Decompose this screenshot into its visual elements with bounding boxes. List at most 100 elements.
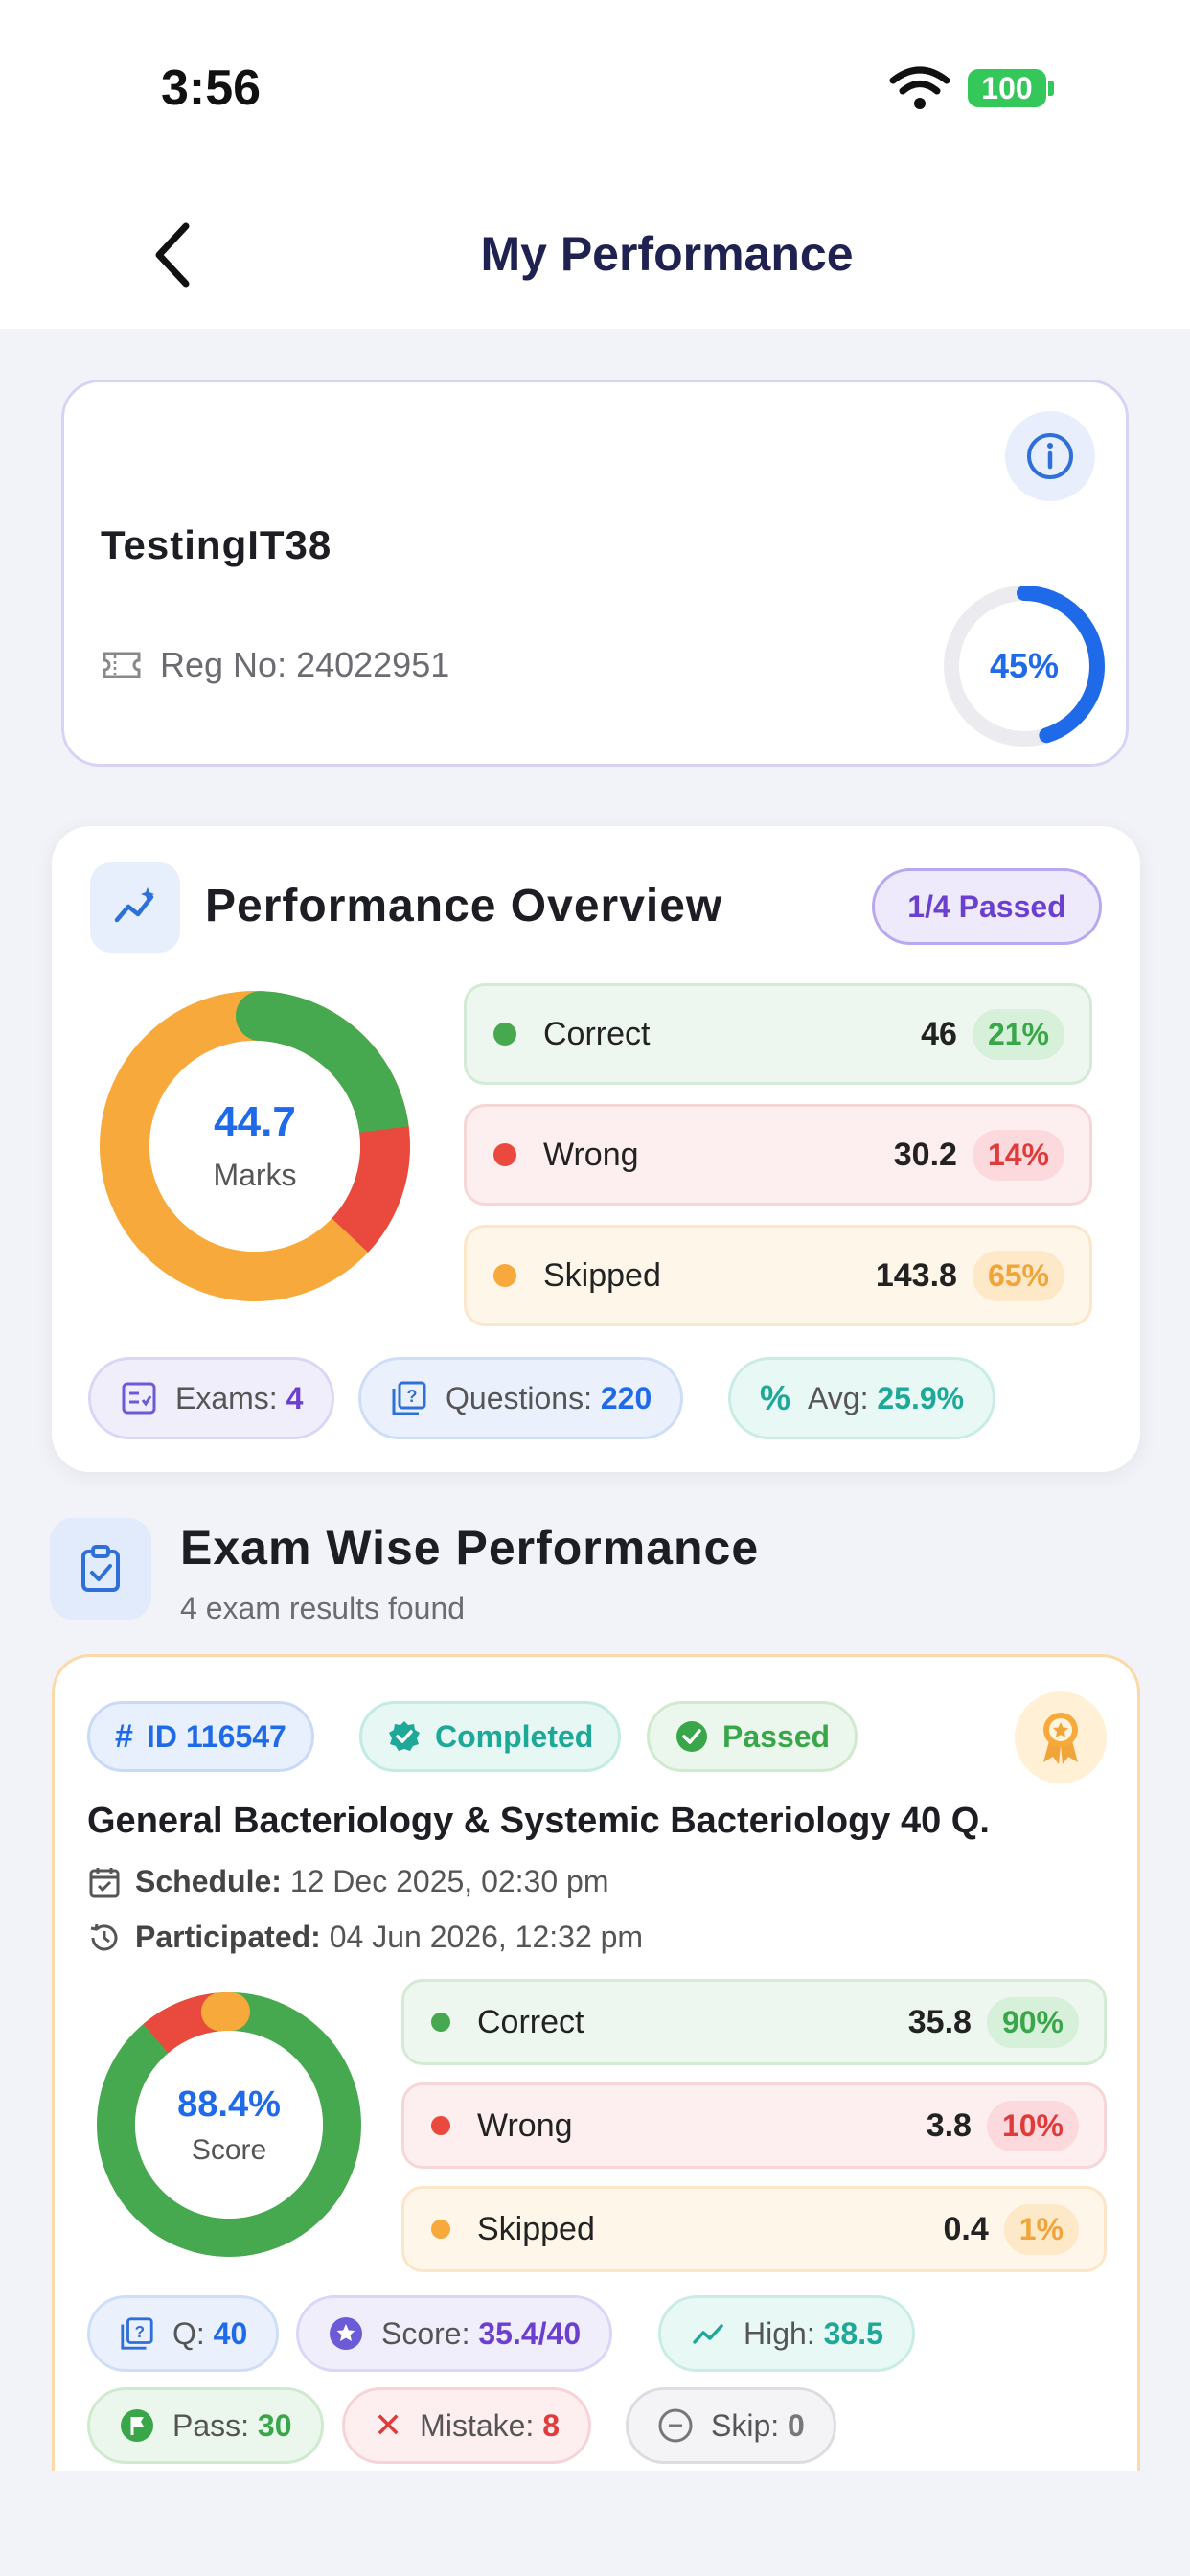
exam-wrong-pct: 10% [986, 2100, 1079, 2151]
wifi-icon [889, 66, 950, 109]
exam-correct-row: Correct 35.8 90% [401, 1979, 1107, 2065]
svg-text:?: ? [135, 2323, 145, 2341]
battery-indicator: 100 [968, 69, 1046, 107]
score-chip: Score: 35.4/40 [296, 2295, 613, 2372]
top-bar: 3:56 100 My Performance [0, 0, 1190, 329]
overview-title: Performance Overview [205, 881, 723, 932]
skip-chip-value: 0 [788, 2407, 805, 2443]
mistake-chip-label: Mistake: [420, 2407, 535, 2443]
username: TestingIT38 [101, 522, 332, 567]
wrong-dot [493, 1143, 516, 1166]
exam-wrong-dot [431, 2116, 450, 2135]
verified-check-icon [389, 1721, 420, 1751]
award-icon [1015, 1691, 1107, 1783]
exam-skipped-row: Skipped 0.4 1% [401, 2186, 1107, 2272]
mistake-chip: ✕ Mistake: 8 [342, 2387, 591, 2464]
score-label: Score [191, 2134, 267, 2166]
question-book-icon: ? [121, 2317, 153, 2350]
high-chip: High: 38.5 [658, 2295, 915, 2372]
exam-correct-value: 35.8 [907, 2003, 972, 2040]
exam-skipped-label: Skipped [477, 2210, 595, 2247]
correct-dot [493, 1023, 516, 1046]
marks-value: 44.7 [214, 1098, 296, 1145]
trend-chart-icon [90, 862, 180, 953]
progress-ring-label: 45% [990, 646, 1059, 685]
correct-pct: 21% [972, 1008, 1064, 1060]
page-title: My Performance [480, 227, 854, 281]
reg-number-text: Reg No: 24022951 [160, 645, 450, 684]
mistake-chip-value: 8 [542, 2407, 560, 2443]
high-chip-value: 38.5 [823, 2315, 883, 2351]
progress-ring: 45% [944, 586, 1105, 747]
schedule-label: Schedule: [135, 1864, 282, 1898]
passed-count-badge: 1/4 Passed [872, 868, 1102, 945]
score-donut-chart: 88.4% Score [95, 1990, 363, 2259]
skipped-value: 143.8 [875, 1256, 957, 1294]
correct-label: Correct [543, 1015, 651, 1052]
info-icon [1027, 433, 1073, 479]
exams-chip: Exams: 4 [88, 1357, 335, 1439]
overview-correct-row: Correct 46 21% [464, 983, 1092, 1085]
svg-text:?: ? [407, 1387, 418, 1406]
schedule-row: Schedule: 12 Dec 2025, 02:30 pm [87, 1864, 608, 1899]
skip-chip-label: Skip: [711, 2407, 780, 2443]
battery-cap [1048, 80, 1054, 96]
question-book-icon: ? [392, 1381, 426, 1415]
hash-icon: # [115, 1717, 133, 1755]
skipped-dot [493, 1264, 516, 1287]
overview-wrong-row: Wrong 30.2 14% [464, 1104, 1092, 1206]
avg-chip-label: Avg: [808, 1380, 869, 1415]
wrong-label: Wrong [543, 1136, 639, 1173]
avg-chip-value: 25.9% [877, 1380, 965, 1415]
check-circle-icon [676, 1721, 707, 1752]
q-chip-value: 40 [213, 2315, 248, 2351]
pass-chip-value: 30 [257, 2407, 292, 2443]
profile-card: TestingIT38 Reg No: 24022951 45% [61, 380, 1129, 767]
exams-chip-label: Exams: [175, 1380, 278, 1415]
exam-correct-pct: 90% [986, 1996, 1079, 2048]
skipped-pct: 65% [972, 1250, 1064, 1301]
skip-chip: Skip: 0 [626, 2387, 836, 2464]
exam-skipped-pct: 1% [1003, 2203, 1079, 2255]
passed-badge: Passed [647, 1701, 858, 1772]
exam-wrong-row: Wrong 3.8 10% [401, 2082, 1107, 2169]
avg-chip: % Avg: 25.9% [728, 1357, 996, 1439]
score-chip-label: Score: [381, 2315, 470, 2351]
info-button[interactable] [1005, 411, 1095, 501]
exam-id-badge: # ID 116547 [87, 1701, 314, 1772]
exam-wrong-label: Wrong [477, 2106, 573, 2144]
participated-label: Participated: [135, 1920, 321, 1954]
minus-circle-icon [658, 2408, 693, 2443]
exam-correct-label: Correct [477, 2003, 584, 2040]
questions-chip-label: Questions: [446, 1380, 592, 1415]
score-chip-value: 35.4/40 [478, 2315, 582, 2351]
pass-chip: Pass: 30 [87, 2387, 324, 2464]
exam-skipped-dot [431, 2220, 450, 2239]
wrong-pct: 14% [972, 1129, 1064, 1181]
exam-wise-title: Exam Wise Performance [180, 1521, 760, 1575]
passed-label: Passed [722, 1718, 831, 1754]
checklist-icon [122, 1382, 156, 1414]
exam-wise-subtitle: 4 exam results found [180, 1591, 466, 1625]
status-time: 3:56 [161, 60, 262, 116]
marks-label: Marks [213, 1158, 297, 1192]
high-chip-label: High: [744, 2315, 815, 2351]
exam-skipped-value: 0.4 [943, 2210, 989, 2247]
exams-chip-value: 4 [286, 1380, 304, 1415]
exam-wrong-value: 3.8 [926, 2106, 972, 2144]
bottom-area [0, 2471, 1190, 2576]
questions-chip: ? Questions: 220 [358, 1357, 684, 1439]
q-chip: ? Q: 40 [87, 2295, 280, 2372]
questions-chip-value: 220 [600, 1380, 652, 1415]
trend-up-icon [693, 2324, 723, 2344]
clipboard-check-icon [50, 1518, 151, 1620]
q-chip-label: Q: [172, 2315, 205, 2351]
participated-value: 04 Jun 2026, 12:32 pm [329, 1920, 644, 1954]
star-badge-icon [330, 2317, 362, 2350]
exam-card[interactable]: # ID 116547 Completed Passed General Bac… [52, 1654, 1140, 2576]
overview-skipped-row: Skipped 143.8 65% [464, 1225, 1092, 1326]
exam-id: ID 116547 [146, 1718, 286, 1754]
skipped-label: Skipped [543, 1256, 661, 1294]
percent-icon: % [760, 1378, 791, 1417]
completed-badge: Completed [359, 1701, 622, 1772]
